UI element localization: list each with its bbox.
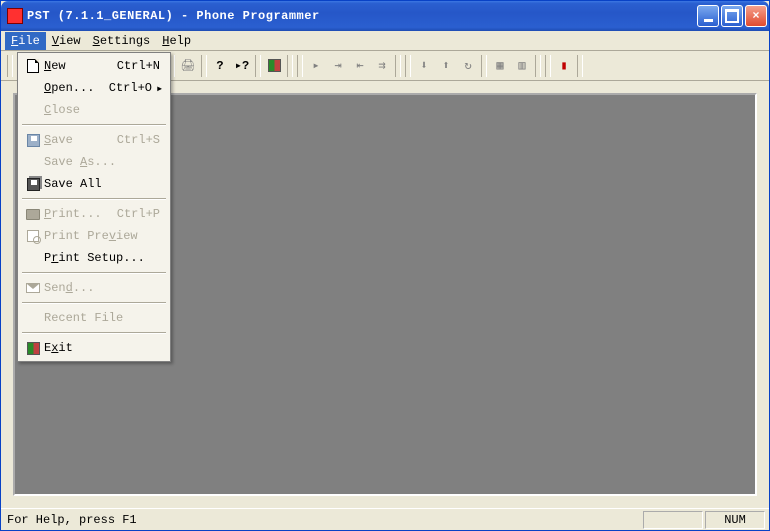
- toolbar-separator: [287, 55, 293, 77]
- menu-item-save-all[interactable]: Save All: [20, 173, 168, 195]
- menu-item-save-as[interactable]: Save As...: [20, 151, 168, 173]
- menu-label: Save: [42, 133, 117, 147]
- toolbar-separator: [481, 55, 487, 77]
- menu-item-exit[interactable]: Exit: [20, 337, 168, 359]
- exit-icon: [24, 340, 42, 356]
- toolbar-print-icon[interactable]: 🖨: [177, 55, 199, 77]
- menu-label: Print...: [42, 207, 117, 221]
- blank-icon: [24, 102, 42, 118]
- menu-label: Close: [42, 103, 164, 117]
- menu-file[interactable]: Filedocument.currentScript.previousEleme…: [5, 32, 46, 50]
- menu-item-send[interactable]: Send...: [20, 277, 168, 299]
- app-icon: [7, 8, 23, 24]
- menu-item-close[interactable]: Close: [20, 99, 168, 121]
- status-help-text: For Help, press F1: [5, 513, 641, 527]
- menu-label: Print Preview: [42, 229, 164, 243]
- print-preview-icon: [24, 228, 42, 244]
- menu-item-print-preview[interactable]: Print Preview: [20, 225, 168, 247]
- menu-view[interactable]: View: [46, 32, 87, 50]
- status-empty-cell: [643, 511, 703, 529]
- menu-label: Save As...: [42, 155, 164, 169]
- toolbar-separator: [297, 55, 303, 77]
- menu-label: Send...: [42, 281, 164, 295]
- toolbar-stop-icon[interactable]: ▮: [553, 55, 575, 77]
- close-button[interactable]: ×: [745, 5, 767, 27]
- window-title: PST (7.1.1_GENERAL) - Phone Programmer: [27, 9, 697, 23]
- new-icon: [24, 58, 42, 74]
- toolbar-action2-icon[interactable]: ⇥: [327, 55, 349, 77]
- toolbar-separator: [535, 55, 541, 77]
- toolbar-separator: [7, 55, 13, 77]
- minimize-button[interactable]: [697, 5, 719, 27]
- menu-shortcut: Ctrl+P: [117, 207, 164, 221]
- menu-separator: [22, 198, 166, 200]
- titlebar: PST (7.1.1_GENERAL) - Phone Programmer ×: [1, 1, 769, 31]
- toolbar-separator: [201, 55, 207, 77]
- menu-item-recent-file[interactable]: Recent File: [20, 307, 168, 329]
- toolbar-separator: [577, 55, 583, 77]
- toolbar-action1-icon[interactable]: ▸: [305, 55, 327, 77]
- menu-label: Open...: [42, 81, 109, 95]
- menu-separator: [22, 124, 166, 126]
- window-controls: ×: [697, 5, 767, 27]
- menubar: Filedocument.currentScript.previousEleme…: [1, 31, 769, 51]
- toolbar-refresh-icon[interactable]: ↻: [457, 55, 479, 77]
- toolbar-action3-icon[interactable]: ⇤: [349, 55, 371, 77]
- toolbar-separator: [545, 55, 551, 77]
- menu-shortcut: Ctrl+S: [117, 133, 164, 147]
- menu-separator: [22, 332, 166, 334]
- blank-icon: [24, 154, 42, 170]
- toolbar-download-icon[interactable]: ⬇: [413, 55, 435, 77]
- menu-settings[interactable]: Settings: [87, 32, 157, 50]
- toolbar-context-help-icon[interactable]: ▸?: [231, 55, 253, 77]
- toolbar-tool2-icon[interactable]: ▥: [511, 55, 533, 77]
- toolbar-separator: [405, 55, 411, 77]
- menu-item-print[interactable]: Print... Ctrl+P: [20, 203, 168, 225]
- send-icon: [24, 280, 42, 296]
- menu-shortcut: Ctrl+N: [117, 59, 164, 73]
- blank-icon: [24, 250, 42, 266]
- menu-item-open[interactable]: Open... Ctrl+O ▸: [20, 77, 168, 99]
- menu-item-save[interactable]: Save Ctrl+S: [20, 129, 168, 151]
- toolbar-tool1-icon[interactable]: ▦: [489, 55, 511, 77]
- toolbar-about-icon[interactable]: ?: [209, 55, 231, 77]
- toolbar-separator: [395, 55, 401, 77]
- menu-label: New: [42, 59, 117, 73]
- menu-item-new[interactable]: New Ctrl+N: [20, 55, 168, 77]
- toolbar-action4-icon[interactable]: ⇉: [371, 55, 393, 77]
- menu-help[interactable]: Help: [156, 32, 197, 50]
- maximize-button[interactable]: [721, 5, 743, 27]
- print-icon: [24, 206, 42, 222]
- save-icon: [24, 132, 42, 148]
- menu-separator: [22, 302, 166, 304]
- toolbar-separator: [255, 55, 261, 77]
- menu-label: Exit: [42, 341, 164, 355]
- blank-icon: [24, 80, 42, 96]
- menu-separator: [22, 272, 166, 274]
- blank-icon: [24, 310, 42, 326]
- menu-label: Print Setup...: [42, 251, 164, 265]
- save-all-icon: [24, 176, 42, 192]
- menu-shortcut: Ctrl+O: [109, 81, 156, 95]
- menu-item-print-setup[interactable]: Print Setup...: [20, 247, 168, 269]
- file-menu-dropdown: New Ctrl+N Open... Ctrl+O ▸ Close Save C…: [17, 52, 171, 362]
- status-numlock-cell: NUM: [705, 511, 765, 529]
- menu-label: Recent File: [42, 311, 164, 325]
- statusbar: For Help, press F1 NUM: [1, 508, 769, 530]
- menu-label: Save All: [42, 177, 164, 191]
- toolbar-upload-icon[interactable]: ⬆: [435, 55, 457, 77]
- submenu-arrow-icon: ▸: [156, 81, 164, 96]
- toolbar-exit-icon[interactable]: [263, 55, 285, 77]
